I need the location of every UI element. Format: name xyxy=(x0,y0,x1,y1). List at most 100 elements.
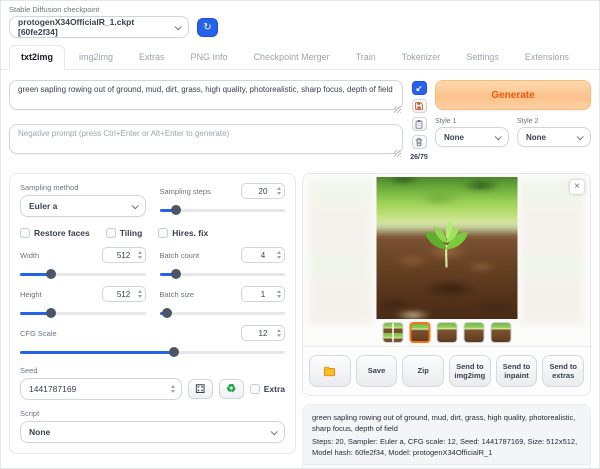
send-to-inpaint-button[interactable]: Send to inpaint xyxy=(496,355,538,387)
tab-txt2img[interactable]: txt2img xyxy=(9,45,65,70)
tab-png-info[interactable]: PNG Info xyxy=(179,45,240,70)
spinner-icon[interactable] xyxy=(277,251,281,259)
checkbox-icon xyxy=(20,228,30,238)
paste-params-button[interactable]: ↙ xyxy=(412,81,427,95)
width-label: Width xyxy=(20,251,39,260)
sampling-method-dropdown[interactable]: Euler a xyxy=(20,195,146,217)
style1-dropdown[interactable]: None xyxy=(435,127,509,147)
recycle-icon: ♻ xyxy=(226,384,236,395)
gallery-thumbnail-5[interactable] xyxy=(490,322,511,343)
chevron-down-icon xyxy=(577,133,584,140)
script-label: Script xyxy=(20,409,285,418)
hires-fix-label: Hires. fix xyxy=(172,228,208,238)
batch-size-slider[interactable] xyxy=(160,308,286,318)
folder-icon xyxy=(323,365,336,378)
token-counter: 26/75 xyxy=(410,154,428,161)
sapling-illustration xyxy=(418,213,476,271)
zip-button[interactable]: Zip xyxy=(402,355,444,387)
random-seed-button[interactable]: ⚃ xyxy=(188,379,213,399)
spinner-icon[interactable] xyxy=(277,187,281,195)
gallery-thumbnail-2[interactable] xyxy=(409,322,430,343)
negative-prompt-input[interactable] xyxy=(9,124,403,154)
tab-img2img[interactable]: img2img xyxy=(67,45,125,70)
save-button[interactable]: Save xyxy=(356,355,398,387)
cfg-scale-input[interactable]: 12 xyxy=(241,325,285,341)
tab-train[interactable]: Train xyxy=(344,45,388,70)
checkpoint-dropdown[interactable]: protogenX34OfficialR_1.ckpt [60fe2f34] xyxy=(9,16,189,38)
slider-handle[interactable] xyxy=(46,308,56,318)
cfg-scale-slider[interactable] xyxy=(20,347,285,357)
tab-extras[interactable]: Extras xyxy=(127,45,177,70)
prompt-tools: ↙ 26/75 xyxy=(411,80,427,161)
slider-handle[interactable] xyxy=(171,205,181,215)
output-gallery-panel: × Save Zip Send to img2img xyxy=(302,173,591,396)
checkbox-icon xyxy=(158,228,168,238)
extra-seed-checkbox[interactable]: Extra xyxy=(250,384,285,394)
seed-label: Seed xyxy=(20,366,285,375)
batch-count-slider[interactable] xyxy=(160,269,286,279)
txt2img-settings-panel: Sampling method Euler a Sampling steps 2… xyxy=(9,173,296,454)
script-dropdown[interactable]: None xyxy=(20,421,285,443)
generate-button[interactable]: Generate xyxy=(435,80,591,110)
checkbox-icon xyxy=(106,228,116,238)
spinner-icon[interactable] xyxy=(277,290,281,298)
restore-faces-checkbox[interactable]: Restore faces xyxy=(20,228,90,238)
spinner-icon[interactable] xyxy=(138,251,142,259)
save-style-button[interactable] xyxy=(412,99,427,113)
chevron-down-icon xyxy=(175,23,182,30)
generation-info-params: Steps: 20, Sampler: Euler a, CFG scale: … xyxy=(312,436,581,459)
spinner-icon[interactable] xyxy=(171,385,175,393)
tiling-label: Tiling xyxy=(120,228,143,238)
tab-tokenizer[interactable]: Tokenizer xyxy=(390,45,453,70)
spinner-icon[interactable] xyxy=(277,329,281,337)
tab-checkpoint-merger[interactable]: Checkpoint Merger xyxy=(242,45,342,70)
checkpoint-label: Stable Diffusion checkpoint xyxy=(9,5,189,14)
batch-size-input[interactable]: 1 xyxy=(241,286,285,302)
checkbox-icon xyxy=(250,384,260,394)
width-slider[interactable] xyxy=(20,269,146,279)
width-input[interactable]: 512 xyxy=(102,247,146,263)
extra-seed-label: Extra xyxy=(264,384,285,394)
close-gallery-button[interactable]: × xyxy=(570,180,584,194)
reuse-seed-button[interactable]: ♻ xyxy=(219,379,244,399)
hires-fix-checkbox[interactable]: Hires. fix xyxy=(158,228,208,238)
clear-prompt-button[interactable] xyxy=(412,135,427,149)
gallery-thumbnail-4[interactable] xyxy=(463,322,484,343)
slider-handle[interactable] xyxy=(171,269,181,279)
output-gallery: × xyxy=(303,174,590,346)
spinner-icon[interactable] xyxy=(138,290,142,298)
apply-style-button[interactable] xyxy=(412,117,427,131)
gallery-thumbnail-1[interactable] xyxy=(382,322,403,343)
floppy-icon xyxy=(414,101,424,111)
chevron-down-icon xyxy=(131,202,138,209)
refresh-checkpoints-button[interactable]: ↻ xyxy=(197,18,218,37)
gallery-thumbnail-3[interactable] xyxy=(436,322,457,343)
generation-info-prompt: green sapling rowing out of ground, mud,… xyxy=(312,412,581,435)
style2-dropdown[interactable]: None xyxy=(517,127,591,147)
send-to-extras-button[interactable]: Send to extras xyxy=(542,355,584,387)
checkpoint-value: protogenX34OfficialR_1.ckpt [60fe2f34] xyxy=(18,17,175,37)
generated-image[interactable] xyxy=(376,177,517,319)
style2-label: Style 2 xyxy=(517,118,591,125)
height-label: Height xyxy=(20,290,42,299)
slider-handle[interactable] xyxy=(46,269,56,279)
seed-input[interactable]: 1441787169 xyxy=(20,378,182,400)
slider-handle[interactable] xyxy=(162,308,172,318)
slider-handle[interactable] xyxy=(169,347,179,357)
tiling-checkbox[interactable]: Tiling xyxy=(106,228,143,238)
sampling-method-label: Sampling method xyxy=(20,183,146,192)
prompt-input[interactable]: green sapling rowing out of ground, mud,… xyxy=(9,80,403,110)
sampling-steps-value: 20 xyxy=(259,187,268,196)
tab-settings[interactable]: Settings xyxy=(454,45,511,70)
height-value: 512 xyxy=(117,290,130,299)
gallery-ghost xyxy=(309,180,373,324)
style1-value: None xyxy=(444,133,464,142)
open-folder-button[interactable] xyxy=(309,355,351,387)
send-to-img2img-button[interactable]: Send to img2img xyxy=(449,355,491,387)
height-input[interactable]: 512 xyxy=(102,286,146,302)
tab-extensions[interactable]: Extensions xyxy=(513,45,581,70)
sampling-steps-slider[interactable] xyxy=(160,205,286,215)
batch-count-input[interactable]: 4 xyxy=(241,247,285,263)
height-slider[interactable] xyxy=(20,308,146,318)
sampling-steps-input[interactable]: 20 xyxy=(241,183,285,199)
